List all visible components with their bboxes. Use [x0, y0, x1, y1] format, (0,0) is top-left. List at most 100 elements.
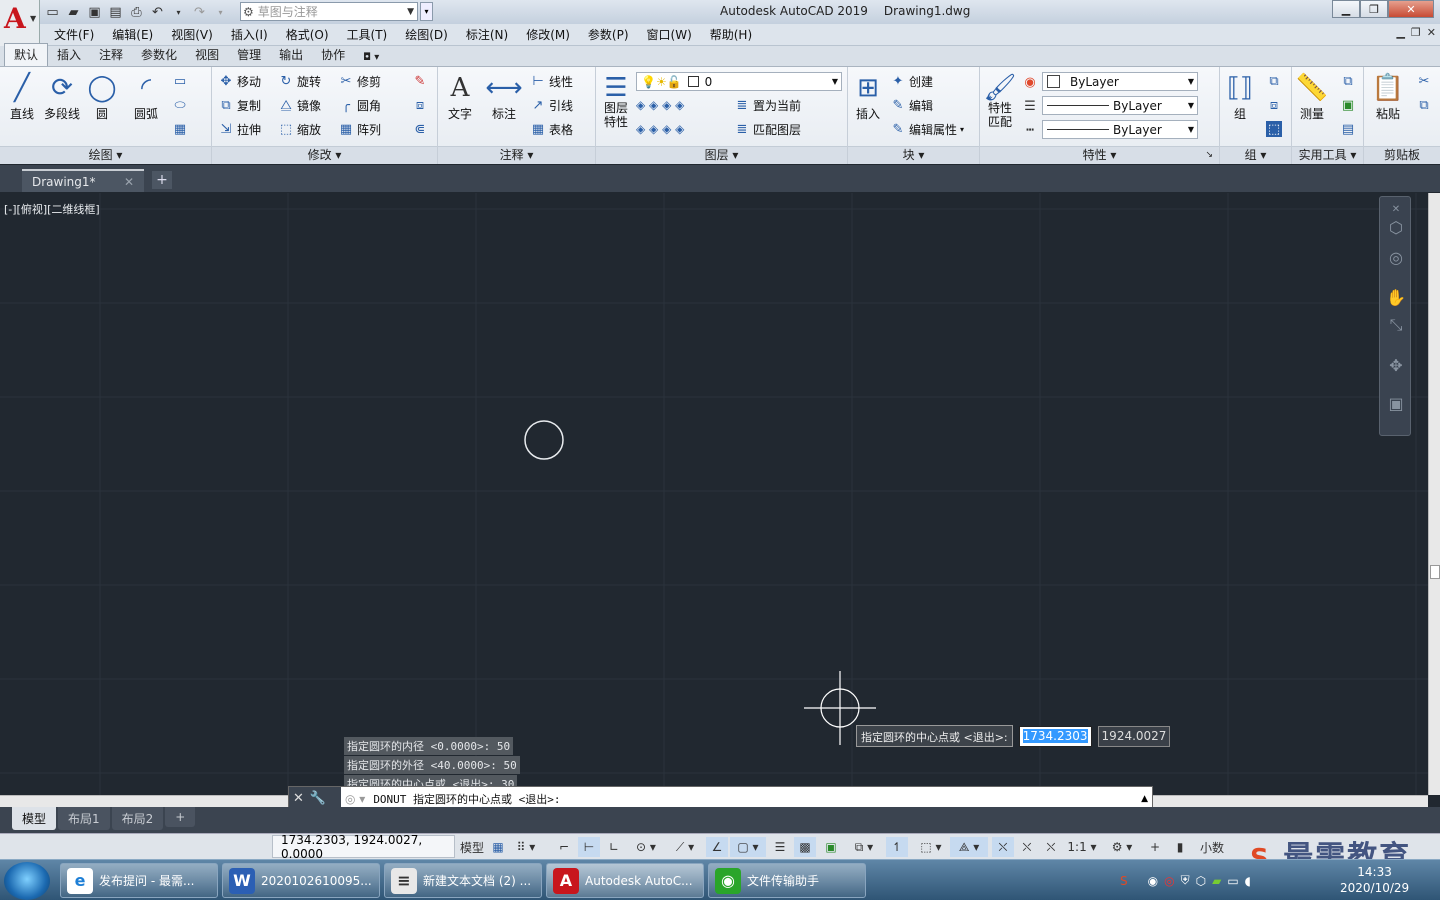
start-button[interactable]: [4, 862, 50, 900]
infer-constraints-icon[interactable]: ⌐: [554, 837, 574, 857]
line-button[interactable]: ╱ 直线: [6, 71, 38, 122]
maximize-button[interactable]: ❐: [1360, 0, 1388, 18]
print-icon[interactable]: ⎙: [128, 4, 145, 20]
tab-layout1[interactable]: 布局1: [58, 807, 110, 830]
add-layout-button[interactable]: +: [165, 807, 196, 827]
menu-help[interactable]: 帮助(H): [704, 26, 764, 43]
menu-modify[interactable]: 修改(M): [520, 26, 582, 43]
dimension-button[interactable]: ⟷ 标注: [485, 71, 522, 122]
system-clock[interactable]: 14:33 2020/10/29: [1340, 864, 1409, 896]
fillet-button[interactable]: ╭ 圆角: [338, 95, 381, 115]
3d-osnap-icon[interactable]: ⧉ ▾: [846, 837, 882, 857]
copy-button[interactable]: ⧉ 复制: [218, 95, 261, 115]
donut-circle[interactable]: [524, 420, 564, 460]
layer-tools-row1[interactable]: ◈ ◈ ◈ ◈: [636, 95, 684, 115]
edit-attributes-button[interactable]: ✎ 编辑属性 ▾: [890, 119, 964, 139]
annotation-monitor-icon[interactable]: +: [1144, 837, 1166, 857]
undo-icon[interactable]: ↶: [149, 4, 166, 20]
redo-icon[interactable]: ↷: [191, 4, 208, 20]
weibo-icon[interactable]: ◎: [1164, 874, 1174, 888]
leader-button[interactable]: ↗ 引线: [530, 95, 573, 115]
workspace-switch-icon[interactable]: ⚙ ▾: [1104, 837, 1140, 857]
network-icon[interactable]: ⬡: [1196, 874, 1206, 888]
set-current-button[interactable]: ≣ 置为当前: [734, 95, 801, 115]
move-button[interactable]: ✥ 移动: [218, 71, 261, 91]
close-icon[interactable]: ✕: [1386, 199, 1406, 219]
draw-panel-title[interactable]: 绘图 ▾: [0, 146, 211, 164]
taskbar-item-autocad[interactable]: A Autodesk AutoC...: [546, 863, 704, 898]
cut-button[interactable]: ✂: [1416, 71, 1432, 91]
tab-insert[interactable]: 插入: [48, 44, 90, 66]
new-file-icon[interactable]: ▭: [44, 4, 61, 20]
selection-filter-icon[interactable]: ⬚ ▾: [912, 837, 950, 857]
trim-button[interactable]: ✂ 修剪: [338, 71, 381, 91]
rectangle-button[interactable]: ▭: [172, 71, 188, 91]
offset-button[interactable]: ⋐: [412, 119, 428, 139]
selection-cycling-icon[interactable]: ▣: [820, 837, 842, 857]
vertical-scrollbar[interactable]: [1428, 193, 1440, 795]
menu-file[interactable]: 文件(F): [48, 26, 106, 43]
linetype-icon[interactable]: ┅: [1022, 120, 1038, 140]
doc-minimize-icon[interactable]: ▁: [1396, 26, 1404, 39]
tab-parametric[interactable]: 参数化: [132, 44, 186, 66]
scale-button[interactable]: ⬚ 缩放: [278, 119, 321, 139]
recent-commands-icon[interactable]: ◎ ▾: [345, 792, 365, 806]
drawing-area[interactable]: [-][俯视][二维线框] ✕ ⬡ ◎ ✋ ⤡ ✥ ▣: [0, 193, 1428, 795]
polar-tracking-icon[interactable]: ⊙ ▾: [628, 837, 664, 857]
snap-icon[interactable]: ⠿ ▾: [512, 837, 540, 857]
utilities-panel-title[interactable]: 实用工具 ▾: [1292, 146, 1363, 164]
panel-launcher-icon[interactable]: ↘: [1205, 147, 1213, 164]
model-space-button[interactable]: 模型: [458, 837, 486, 857]
copy-clip-button[interactable]: ⧉: [1416, 95, 1432, 115]
lineweight-icon[interactable]: ☰: [1022, 96, 1038, 116]
redo-dropdown-icon[interactable]: ▾: [212, 4, 229, 20]
group-button[interactable]: ⟦⟧ 组: [1224, 71, 1256, 122]
arc-button[interactable]: ◜ 圆弧: [130, 71, 162, 122]
explode-button[interactable]: ⧈: [412, 95, 428, 115]
stretch-button[interactable]: ⇲ 拉伸: [218, 119, 261, 139]
layer-tools-row2[interactable]: ◈ ◈ ◈ ◈: [636, 119, 684, 139]
isometric-icon[interactable]: ⟋ ▾: [668, 837, 702, 857]
erase-button[interactable]: ✎: [412, 71, 428, 91]
volume-icon[interactable]: ◖: [1245, 874, 1251, 888]
annotation-scale-icon[interactable]: ⛌: [1040, 837, 1062, 857]
undo-dropdown-icon[interactable]: ▾: [170, 4, 187, 20]
auto-scale-icon[interactable]: ⛌: [1016, 837, 1038, 857]
dynamic-input-icon[interactable]: ⊢: [578, 837, 600, 857]
tab-layout2[interactable]: 布局2: [111, 807, 164, 830]
match-layer-button[interactable]: ≣ 匹配图层: [734, 119, 801, 139]
open-folder-icon[interactable]: ▰: [65, 4, 82, 20]
taskbar-item-wechat[interactable]: ◉ 文件传输助手: [708, 863, 866, 898]
block-panel-title[interactable]: 块 ▾: [848, 146, 979, 164]
ungroup-button[interactable]: ⧉: [1266, 71, 1282, 91]
tab-output[interactable]: 输出: [270, 44, 312, 66]
close-icon[interactable]: ✕: [293, 791, 304, 806]
close-button[interactable]: ✕: [1388, 0, 1434, 18]
scroll-thumb[interactable]: [1430, 565, 1440, 579]
close-icon[interactable]: ✕: [124, 175, 134, 189]
select-all-button[interactable]: ▣: [1340, 95, 1356, 115]
menu-insert[interactable]: 插入(I): [225, 26, 280, 43]
orbit-icon[interactable]: ✥: [1386, 355, 1406, 375]
annotation-visibility-icon[interactable]: ⛌: [992, 837, 1014, 857]
coordinates-display[interactable]: 1734.2303, 1924.0027, 0.0000: [272, 833, 455, 861]
showmotion-icon[interactable]: ▣: [1386, 393, 1406, 413]
edit-block-button[interactable]: ✎ 编辑: [890, 95, 933, 115]
modify-panel-title[interactable]: 修改 ▾: [212, 146, 437, 164]
file-tab-drawing1[interactable]: Drawing1* ✕: [22, 169, 144, 192]
grid-icon[interactable]: ▦: [488, 837, 508, 857]
object-snap-tracking-icon[interactable]: ∠: [706, 837, 728, 857]
match-properties-button[interactable]: 🖌 特性 匹配: [984, 71, 1017, 129]
create-block-button[interactable]: ✦ 创建: [890, 71, 933, 91]
calculator-button[interactable]: ▤: [1340, 119, 1356, 139]
tab-view[interactable]: 视图: [186, 44, 228, 66]
mirror-button[interactable]: ⧋ 镜像: [278, 95, 321, 115]
tab-collaborate[interactable]: 协作: [312, 44, 354, 66]
viewport-controls-label[interactable]: [-][俯视][二维线框]: [4, 201, 100, 217]
layer-select[interactable]: 💡☀🔓 0 ▼: [636, 72, 842, 91]
menu-edit[interactable]: 编辑(E): [106, 26, 165, 43]
menu-window[interactable]: 窗口(W): [641, 26, 704, 43]
group-select-button[interactable]: ⬚: [1266, 119, 1282, 139]
linetype-select[interactable]: ByLayer ▼: [1042, 120, 1198, 139]
color-wheel-icon[interactable]: ◉: [1022, 72, 1038, 92]
